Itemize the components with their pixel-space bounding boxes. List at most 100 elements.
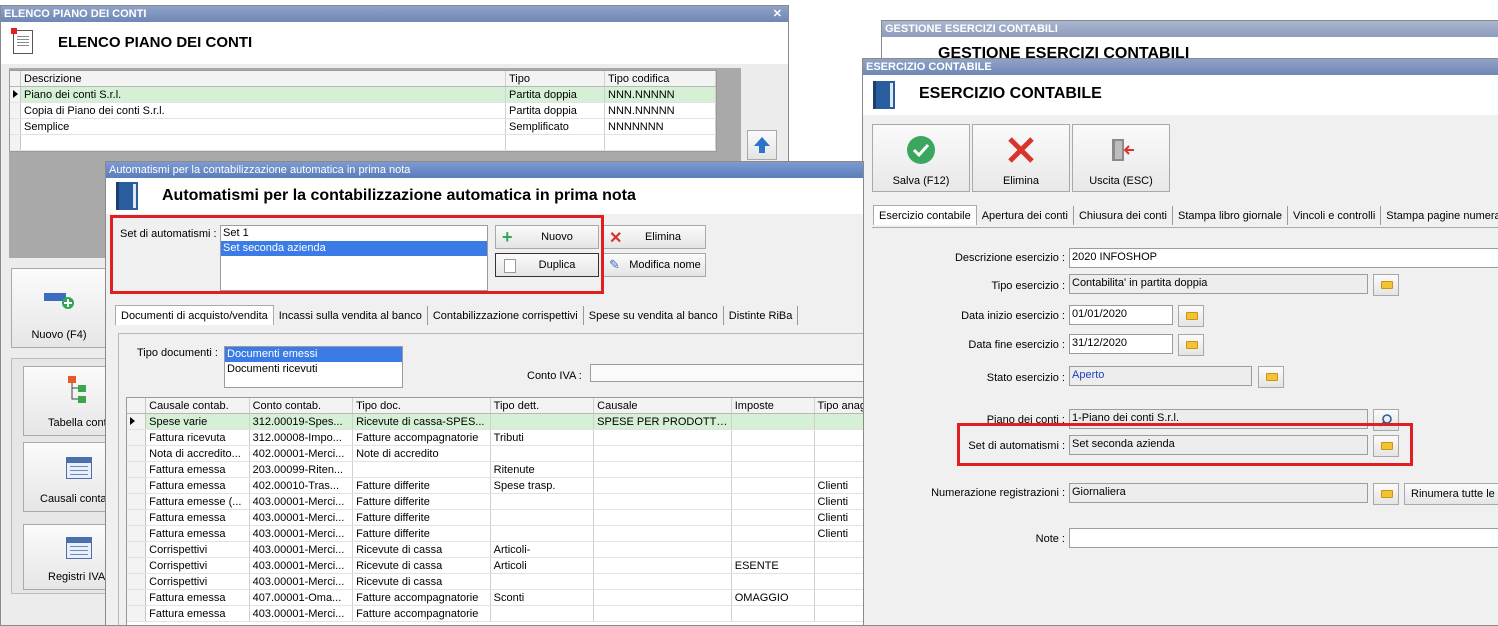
elimina-set-label: Elimina	[644, 231, 682, 243]
registri-iva-button[interactable]: Registri IVA	[23, 524, 107, 590]
table-row[interactable]: Fattura emessa 203.00099-Riten... Ritenute	[127, 461, 863, 478]
cell	[731, 477, 815, 494]
table-row[interactable]: Copia di Piano dei conti S.r.l. Partita …	[10, 102, 716, 119]
cell: Fatture accompagnatorie	[352, 605, 491, 622]
tab-stampa-pagine[interactable]: Stampa pagine numerate	[1381, 206, 1498, 225]
list-item[interactable]: Documenti emessi	[225, 347, 402, 362]
cell	[593, 557, 732, 574]
salva-button[interactable]: Salva (F12)	[872, 124, 970, 192]
col-descrizione[interactable]: Descrizione	[20, 71, 506, 87]
tab-incassi[interactable]: Incassi sulla vendita al banco	[274, 306, 428, 325]
col-causale[interactable]: Causale	[593, 398, 732, 414]
col-conto-contab[interactable]: Conto contab.	[249, 398, 354, 414]
cell: 403.00001-Merci...	[249, 525, 354, 542]
tipo-esercizio-browse[interactable]	[1373, 274, 1399, 296]
row-indicator	[127, 413, 147, 430]
cell: Fatture differite	[352, 525, 491, 542]
close-icon[interactable]: ✕	[773, 6, 782, 22]
data-fine-field[interactable]: 31/12/2020	[1069, 334, 1173, 354]
cell: 402.00010-Tras...	[249, 477, 354, 494]
cell: Fattura emesse (...	[145, 493, 250, 510]
uscita-button[interactable]: Uscita (ESC)	[1072, 124, 1170, 192]
tab-corrispettivi[interactable]: Contabilizzazione corrispettivi	[428, 306, 584, 325]
tab-riba[interactable]: Distinte RiBa	[724, 306, 799, 325]
list-item[interactable]: Documenti ricevuti	[225, 362, 402, 377]
cell	[731, 605, 815, 622]
cell: NNN.NNNNN	[604, 102, 716, 119]
table-row[interactable]: Fattura emesse (... 403.00001-Merci... Fat…	[127, 493, 863, 510]
data-inizio-field[interactable]: 01/01/2020	[1069, 305, 1173, 325]
tab-spese[interactable]: Spese su vendita al banco	[584, 306, 724, 325]
data-fine-calendar[interactable]	[1178, 334, 1204, 356]
cell: 403.00001-Merci...	[249, 573, 354, 590]
elimina-button[interactable]: Elimina	[972, 124, 1070, 192]
automatismi-titlebar: Automatismi per la contabilizzazione aut…	[106, 162, 863, 178]
cell: Spese trasp.	[490, 477, 595, 494]
data-inizio-calendar[interactable]	[1178, 305, 1204, 327]
causali-button[interactable]: Causali contab.	[23, 442, 107, 512]
col-tipo-dett[interactable]: Tipo dett.	[490, 398, 595, 414]
stato-browse[interactable]	[1258, 366, 1284, 388]
col-tipo-anag[interactable]: Tipo anag.	[814, 398, 863, 414]
automatismi-header: Automatismi per la contabilizzazione aut…	[106, 178, 863, 214]
table-row[interactable]: Fattura emessa 403.00001-Merci... Fatture …	[127, 525, 863, 542]
numerazione-browse[interactable]	[1373, 483, 1399, 505]
table-row[interactable]: Fattura emessa 402.00010-Tras... Fatture d…	[127, 477, 863, 494]
cell: Fattura emessa	[145, 509, 250, 526]
registri-icon	[66, 537, 92, 559]
row-indicator	[127, 525, 147, 542]
tab-vincoli[interactable]: Vincoli e controlli	[1288, 206, 1382, 225]
cell: Semplificato	[505, 118, 605, 135]
tab-esercizio-contabile[interactable]: Esercizio contabile	[873, 205, 977, 225]
tipo-esercizio-field[interactable]: Contabilita' in partita doppia	[1069, 274, 1368, 294]
cell: Clienti	[814, 509, 863, 526]
conto-iva-field[interactable]	[590, 364, 863, 382]
table-row[interactable]: Nota di accredito... 402.00001-Merci... No…	[127, 445, 863, 462]
table-row[interactable]: Corrispettivi 403.00001-Merci... Ricevute …	[127, 573, 863, 590]
check-icon	[907, 136, 935, 164]
cell	[731, 445, 815, 462]
book-icon	[873, 81, 895, 109]
row-indicator	[127, 445, 147, 462]
cell	[593, 445, 732, 462]
cell: Articoli	[490, 557, 595, 574]
tab-documenti[interactable]: Documenti di acquisto/vendita	[115, 305, 274, 325]
numerazione-field[interactable]: Giornaliera	[1069, 483, 1368, 503]
cell	[593, 525, 732, 542]
descrizione-field[interactable]: 2020 INFOSHOP	[1069, 248, 1498, 268]
col-tipo-doc[interactable]: Tipo doc.	[352, 398, 491, 414]
table-row[interactable]: Fattura emessa 403.00001-Merci... Fatture …	[127, 509, 863, 526]
automatismi-grid[interactable]: Causale contab. Conto contab. Tipo doc. …	[126, 397, 863, 625]
col-imposte[interactable]: Imposte	[731, 398, 815, 414]
table-row[interactable]: Fattura emessa 403.00001-Merci... Fatture …	[127, 605, 863, 622]
tabella-conti-button[interactable]: Tabella conti	[23, 366, 107, 436]
move-up-button[interactable]	[747, 130, 777, 160]
elimina-set-button[interactable]: ✕ Elimina	[602, 225, 706, 249]
tipo-documenti-list[interactable]: Documenti emessi Documenti ricevuti	[224, 346, 403, 388]
modifica-nome-button[interactable]: ✎ Modifica nome	[602, 253, 706, 277]
table-row[interactable]: Corrispettivi 403.00001-Merci... Ricevute …	[127, 541, 863, 558]
note-field[interactable]	[1069, 528, 1498, 548]
tab-chiusura-conti[interactable]: Chiusura dei conti	[1074, 206, 1173, 225]
rinumera-button[interactable]: Rinumera tutte le	[1404, 483, 1498, 505]
piano-conti-grid[interactable]: Descrizione Tipo Tipo codifica Piano dei…	[9, 70, 717, 152]
tab-apertura-conti[interactable]: Apertura dei conti	[977, 206, 1074, 225]
exit-door-icon	[1112, 139, 1134, 161]
nuovo-button[interactable]: Nuovo (F4)	[11, 268, 107, 348]
table-row[interactable]: Semplice Semplificato NNNNNNN	[10, 118, 716, 135]
piano-conti-titlebar: ELENCO PIANO DEI CONTI ✕	[1, 6, 788, 22]
table-row[interactable]	[10, 134, 716, 151]
table-row[interactable]: Fattura ricevuta 312.00008-Impo... Fatture…	[127, 429, 863, 446]
table-row[interactable]: Corrispettivi 403.00001-Merci... Ricevute …	[127, 557, 863, 574]
col-tipo[interactable]: Tipo	[505, 71, 605, 87]
cell	[814, 541, 863, 558]
row-indicator	[127, 573, 147, 590]
table-row[interactable]: Piano dei conti S.r.l. Partita doppia NN…	[10, 86, 716, 103]
stato-field[interactable]: Aperto	[1069, 366, 1252, 386]
table-row[interactable]: Spese varie 312.00019-Spes... Ricevute di …	[127, 413, 863, 430]
col-tipo-codifica[interactable]: Tipo codifica	[604, 71, 716, 87]
col-causale-contab[interactable]: Causale contab.	[145, 398, 250, 414]
cell	[604, 134, 716, 151]
tab-stampa-libro[interactable]: Stampa libro giornale	[1173, 206, 1288, 225]
table-row[interactable]: Fattura emessa 407.00001-Oma... Fatture ac…	[127, 589, 863, 606]
